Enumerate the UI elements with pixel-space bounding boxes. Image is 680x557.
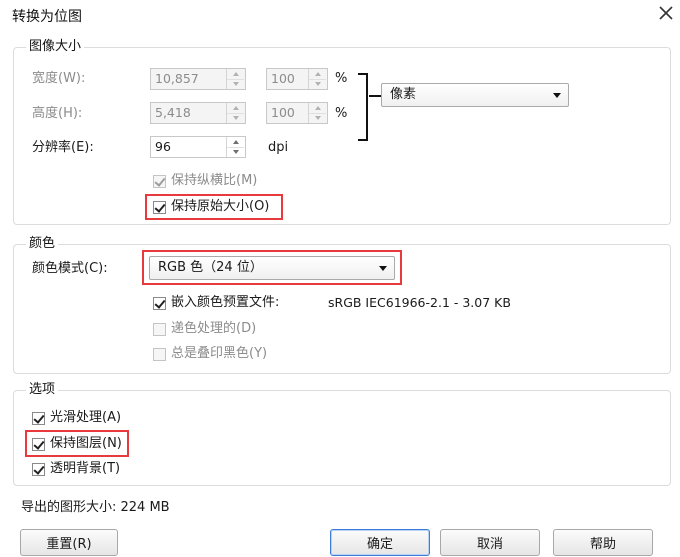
keep-original-size-label: 保持原始大小(O) bbox=[171, 199, 270, 214]
height-percent-unit: % bbox=[335, 106, 348, 121]
checkbox-icon bbox=[153, 174, 166, 188]
resolution-unit: dpi bbox=[268, 140, 289, 155]
ok-button[interactable]: 确定 bbox=[330, 529, 430, 556]
transparent-bg-checkbox[interactable]: 透明背景(T) bbox=[32, 461, 120, 477]
embed-profile-checkbox[interactable]: 嵌入颜色预置文件: bbox=[153, 295, 279, 311]
export-size-text: 导出的图形大小: 224 MB bbox=[21, 500, 170, 515]
height-percent-value: 100 bbox=[271, 105, 295, 120]
height-percent-stepper[interactable]: 100 bbox=[266, 102, 328, 124]
checkbox-icon bbox=[32, 411, 45, 425]
height-value: 5,418 bbox=[155, 105, 191, 120]
color-legend: 颜色 bbox=[26, 236, 59, 252]
options-legend: 选项 bbox=[26, 382, 59, 398]
dialog-title: 转换为位图 bbox=[12, 9, 82, 25]
color-mode-select[interactable]: RGB 色（24 位） bbox=[149, 256, 395, 280]
image-size-legend: 图像大小 bbox=[26, 39, 85, 55]
width-percent-decrement[interactable] bbox=[309, 79, 326, 89]
color-mode-value: RGB 色（24 位） bbox=[158, 260, 263, 275]
size-unit-select[interactable]: 像素 bbox=[381, 83, 569, 107]
embed-profile-label: 嵌入颜色预置文件: bbox=[171, 295, 280, 310]
resolution-value: 96 bbox=[155, 139, 171, 154]
height-percent-decrement[interactable] bbox=[309, 113, 326, 123]
width-percent-stepper[interactable]: 100 bbox=[266, 68, 328, 90]
dither-label: 递色处理的(D) bbox=[171, 321, 257, 336]
width-stepper[interactable]: 10,857 bbox=[150, 68, 246, 90]
height-decrement[interactable] bbox=[227, 113, 244, 123]
cancel-button[interactable]: 取消 bbox=[440, 529, 540, 556]
overprint-black-checkbox[interactable]: 总是叠印黑色(Y) bbox=[153, 346, 267, 362]
antialias-label: 光滑处理(A) bbox=[50, 410, 122, 425]
close-button[interactable] bbox=[652, 0, 680, 26]
resolution-label: 分辨率(E): bbox=[32, 140, 94, 155]
keep-layers-label: 保持图层(N) bbox=[50, 436, 122, 451]
resolution-decrement[interactable] bbox=[227, 147, 244, 157]
convert-to-bitmap-dialog: 转换为位图 图像大小 宽度(W): 10,857 100 % 高度(H): 5,… bbox=[0, 0, 680, 557]
aspect-link-bracket bbox=[358, 73, 368, 141]
keep-original-size-checkbox[interactable]: 保持原始大小(O) bbox=[153, 199, 269, 215]
overprint-black-label: 总是叠印黑色(Y) bbox=[171, 346, 268, 361]
close-icon bbox=[659, 6, 673, 20]
transparent-bg-label: 透明背景(T) bbox=[50, 461, 121, 476]
width-decrement[interactable] bbox=[227, 79, 244, 89]
reset-button[interactable]: 重置(R) bbox=[20, 529, 118, 556]
size-unit-value: 像素 bbox=[390, 87, 417, 102]
checkbox-icon bbox=[153, 200, 166, 214]
checkbox-icon bbox=[32, 437, 45, 451]
width-label: 宽度(W): bbox=[32, 71, 86, 86]
width-value: 10,857 bbox=[155, 71, 199, 86]
profile-info: sRGB IEC61966-2.1 - 3.07 KB bbox=[328, 295, 511, 310]
width-percent-unit: % bbox=[335, 71, 348, 86]
checkbox-icon bbox=[153, 322, 166, 336]
height-label: 高度(H): bbox=[32, 106, 83, 121]
resolution-stepper[interactable]: 96 bbox=[150, 136, 246, 158]
help-button[interactable]: 帮助 bbox=[553, 529, 653, 556]
checkbox-icon bbox=[153, 296, 166, 310]
dither-checkbox[interactable]: 递色处理的(D) bbox=[153, 321, 256, 337]
chevron-down-icon bbox=[379, 266, 387, 271]
color-mode-label: 颜色模式(C): bbox=[32, 261, 108, 276]
antialias-checkbox[interactable]: 光滑处理(A) bbox=[32, 410, 121, 426]
chevron-down-icon bbox=[553, 93, 561, 98]
height-stepper[interactable]: 5,418 bbox=[150, 102, 246, 124]
keep-layers-checkbox[interactable]: 保持图层(N) bbox=[32, 436, 122, 452]
width-percent-value: 100 bbox=[271, 71, 295, 86]
keep-aspect-checkbox[interactable]: 保持纵横比(M) bbox=[153, 173, 257, 189]
checkbox-icon bbox=[153, 347, 166, 361]
checkbox-icon bbox=[32, 462, 45, 476]
keep-aspect-label: 保持纵横比(M) bbox=[171, 173, 258, 188]
